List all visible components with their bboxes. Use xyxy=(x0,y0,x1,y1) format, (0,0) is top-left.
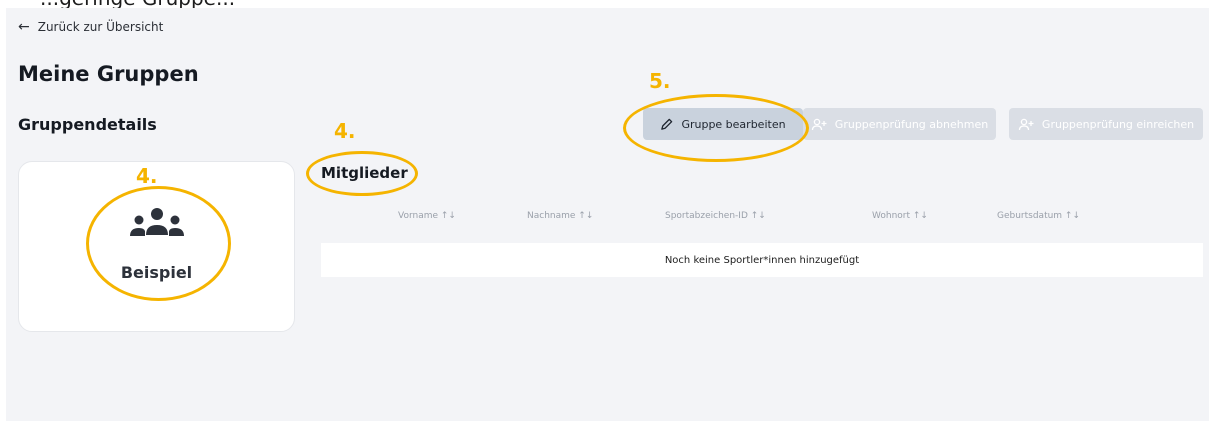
take-group-exam-button[interactable]: Gruppenprüfung abnehmen xyxy=(803,108,996,140)
section-title: Gruppendetails xyxy=(18,115,157,134)
empty-table-text: Noch keine Sportler*innen hinzugefügt xyxy=(664,254,860,266)
members-title: Mitglieder xyxy=(321,164,408,182)
group-icon xyxy=(129,208,184,236)
page-title: Meine Gruppen xyxy=(18,62,199,86)
column-header-nachname[interactable]: Nachname ↑↓ xyxy=(527,211,593,221)
app-area: ← Zurück zur Übersicht Meine Gruppen Gru… xyxy=(6,8,1209,421)
edit-group-button[interactable]: Gruppe bearbeiten xyxy=(643,108,803,140)
edit-group-label: Gruppe bearbeiten xyxy=(681,117,786,131)
column-header-sportabzeichen-id[interactable]: Sportabzeichen-ID ↑↓ xyxy=(665,211,766,221)
annotation-number: 5. xyxy=(649,69,671,93)
column-header-vorname[interactable]: Vorname ↑↓ xyxy=(398,211,456,221)
column-header-geburtsdatum[interactable]: Geburtsdatum ↑↓ xyxy=(997,211,1080,221)
pencil-icon xyxy=(661,118,673,130)
annotation-number: 4. xyxy=(136,164,158,188)
back-link[interactable]: ← Zurück zur Übersicht xyxy=(18,20,163,34)
empty-table-message: Noch keine Sportler*innen hinzugefügt xyxy=(321,243,1203,277)
annotation-number: 4. xyxy=(334,119,356,143)
cropped-header-text: ...geringe Gruppe... xyxy=(0,0,1209,8)
user-plus-icon xyxy=(1018,118,1034,130)
take-group-exam-label: Gruppenprüfung abnehmen xyxy=(834,117,989,131)
members-table-header: Vorname ↑↓ Nachname ↑↓ Sportabzeichen-ID… xyxy=(321,209,1203,227)
column-header-wohnort[interactable]: Wohnort ↑↓ xyxy=(872,211,928,221)
submit-group-exam-button[interactable]: Gruppenprüfung einreichen xyxy=(1009,108,1203,140)
user-plus-icon xyxy=(811,118,827,130)
back-link-label: Zurück zur Übersicht xyxy=(37,20,164,34)
group-name: Beispiel xyxy=(120,263,193,282)
submit-group-exam-label: Gruppenprüfung einreichen xyxy=(1041,117,1195,131)
arrow-left-icon: ← xyxy=(18,19,30,35)
